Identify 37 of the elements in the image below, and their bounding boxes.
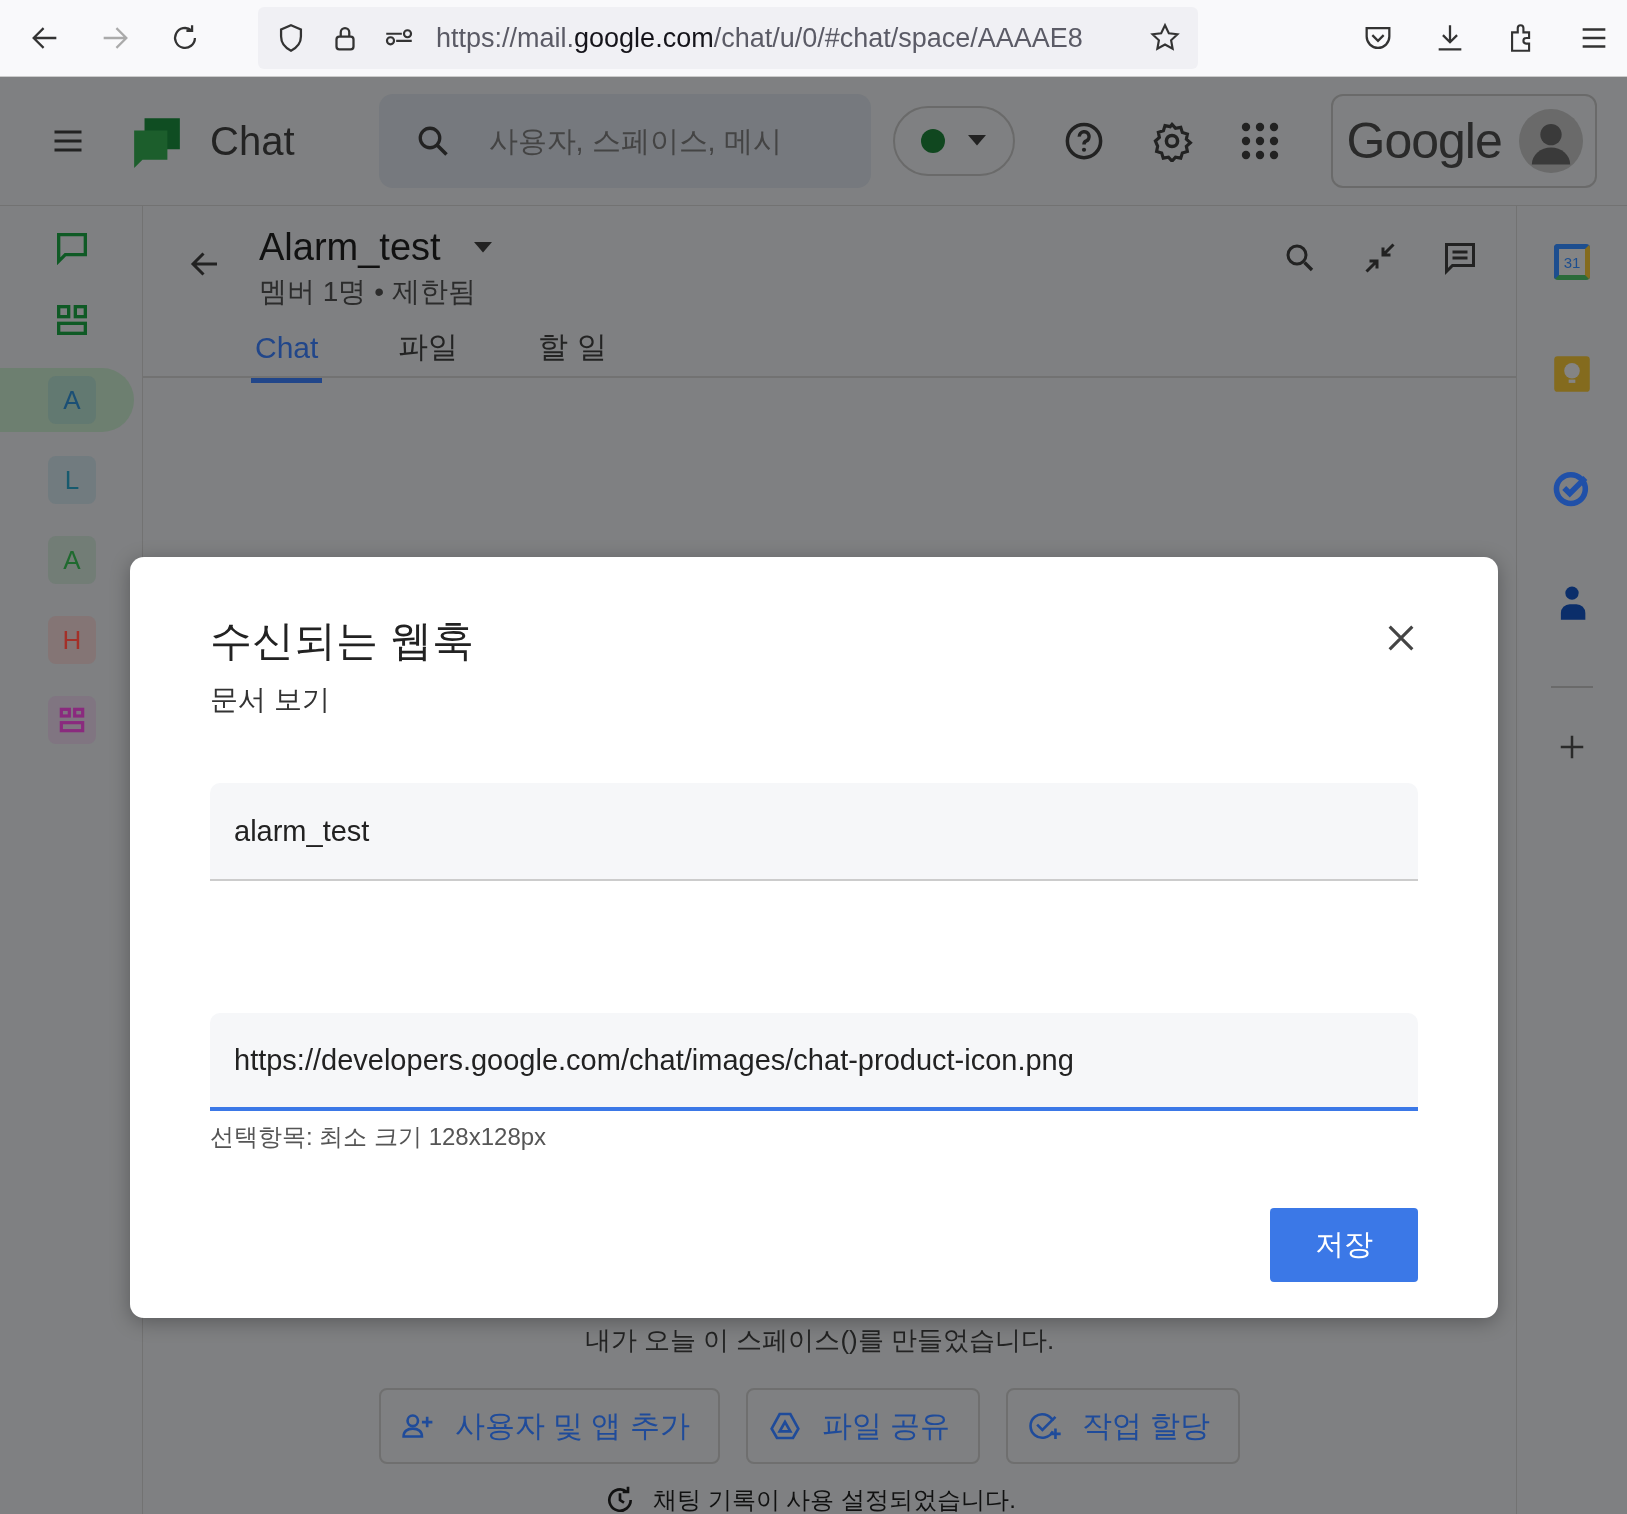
space-title: Alarm_test [259,226,441,269]
threads-icon[interactable] [1442,240,1478,276]
tab[interactable]: Chat [251,327,323,383]
drive-icon [767,1410,802,1442]
search-field[interactable]: 사용자, 스페이스, 메시 [378,94,871,188]
avatar-icon [1518,109,1583,173]
address-bar[interactable]: https://mail.google.com/chat/u/0/#chat/space/AAAAE8 [258,7,1198,69]
space-avatar: L [48,456,96,504]
space-item[interactable]: A [0,368,134,432]
action-button[interactable]: 파일 공유 [745,1388,980,1464]
account-button[interactable]: Google [1330,94,1597,188]
space-avatar: A [48,536,96,584]
add-task-icon [1028,1410,1062,1442]
space-item[interactable]: L [0,448,134,512]
history-note: 채팅 기록이 사용 설정되었습니다. [653,1485,1016,1514]
calendar-icon[interactable]: 31 [1554,244,1590,280]
helper-text: 선택항목: 최소 크기 128x128px [210,1122,548,1152]
caret-icon[interactable] [472,241,493,254]
app-name: Chat [210,118,295,164]
space-item[interactable]: A [0,528,134,592]
dialog-title: 수신되는 웹훅 [210,616,474,666]
tab[interactable]: 할 일 [534,327,611,383]
action-button[interactable]: 작업 할당 [1006,1388,1241,1464]
created-message: 내가 오늘 이 스페이스()를 만들었습니다. [584,1324,1055,1357]
space-subtitle: 멤버 1명 • 제한됨 [259,275,477,309]
space-item[interactable]: H [0,608,134,672]
docs-link[interactable]: 문서 보기 [210,681,474,719]
input-field[interactable]: https://developers.google.com/chat/images/chat-product-icon.png [210,1013,1418,1111]
url-text: https://mail.google.com/chat/u/0/#chat/space/AAAAE8 [436,22,1084,54]
status-button[interactable] [892,106,1015,176]
action-button[interactable]: 사용자 및 앱 추가 [378,1388,720,1464]
tab[interactable]: 파일 [394,327,463,383]
save-button[interactable]: 저장 [1270,1208,1418,1282]
input-field[interactable]: alarm_test [210,783,1418,881]
caret-icon [966,135,987,147]
space-avatar: A [48,376,96,424]
space-avatar: H [48,616,96,664]
